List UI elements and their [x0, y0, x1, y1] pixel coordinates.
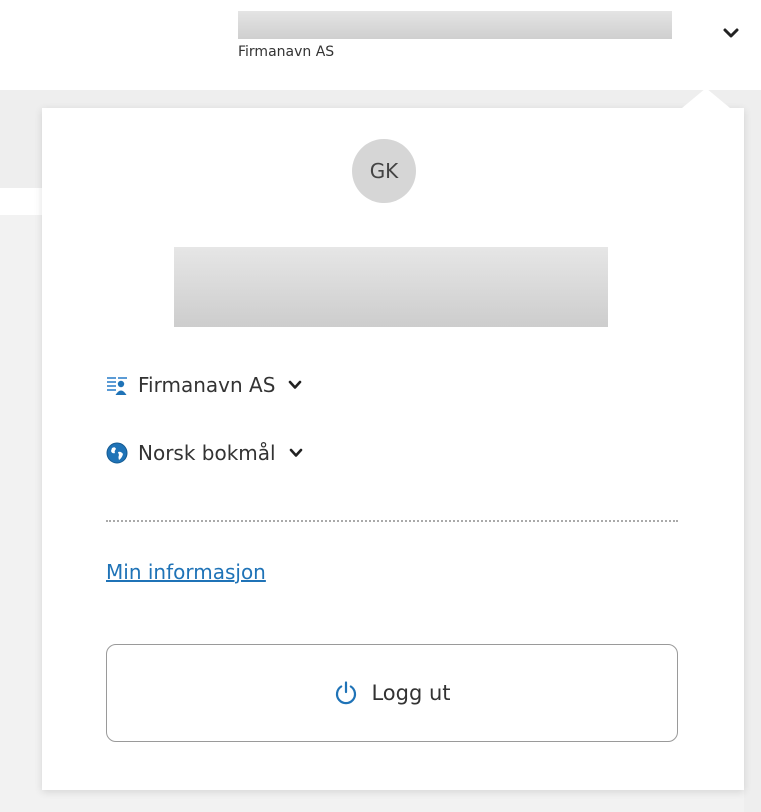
redacted-full-name: [174, 247, 608, 327]
logout-button[interactable]: Logg ut: [106, 644, 678, 742]
redacted-user-name: [238, 11, 672, 39]
chevron-down-icon[interactable]: [720, 22, 742, 44]
chevron-down-icon: [287, 377, 303, 393]
globe-icon: [106, 442, 128, 464]
account-dropdown-panel: GK Firmanavn AS Norsk bokmål Min informa…: [42, 88, 744, 790]
avatar-initials: GK: [369, 159, 399, 183]
language-selector[interactable]: Norsk bokmål: [106, 435, 304, 471]
chevron-down-icon: [288, 445, 304, 461]
account-menu-toggle[interactable]: Firmanavn AS: [238, 10, 758, 70]
my-information-link[interactable]: Min informasjon: [106, 560, 266, 584]
dropdown-caret: [682, 88, 730, 108]
company-selector-label: Firmanavn AS: [138, 373, 276, 397]
header-company-name: Firmanavn AS: [238, 44, 335, 60]
power-icon: [333, 680, 359, 706]
avatar: GK: [352, 139, 416, 203]
organization-icon: [106, 374, 128, 396]
page: Firmanavn AS GK Firmanavn AS Norsk bokmå…: [0, 0, 761, 812]
language-selector-label: Norsk bokmål: [138, 441, 276, 465]
logout-button-label: Logg ut: [371, 681, 451, 705]
menu-divider: [106, 520, 678, 522]
background-right-edge: [744, 90, 761, 812]
company-selector[interactable]: Firmanavn AS: [106, 367, 303, 403]
